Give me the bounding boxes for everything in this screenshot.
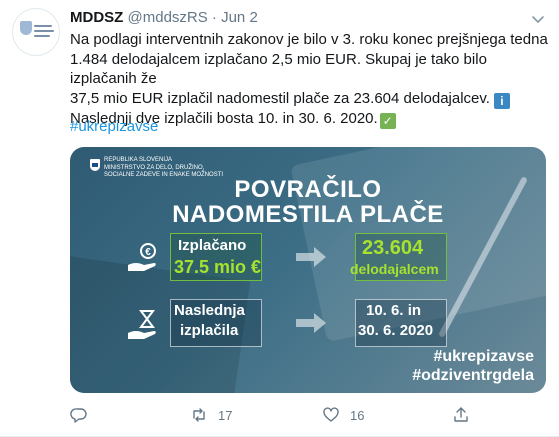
tweet-header: MDDSZ @mddszRS · Jun 2 <box>70 9 258 26</box>
share-button[interactable] <box>452 404 470 426</box>
logo-line <box>34 35 50 37</box>
next-payments-label-2: izplačila <box>180 322 239 339</box>
like-button[interactable]: 16 <box>322 404 364 426</box>
tweet-text-line: Na podlagi interventnih zakonov je bilo … <box>70 31 548 48</box>
coat-of-arms-icon <box>20 21 32 35</box>
svg-text:€: € <box>145 247 151 258</box>
tweet-text: Na podlagi interventnih zakonov je bilo … <box>70 30 548 129</box>
check-mark-icon: ✓ <box>379 112 396 129</box>
infographic-hashtag: #ukrepizavse <box>433 348 534 365</box>
reply-button[interactable] <box>70 404 98 426</box>
share-icon <box>454 407 468 422</box>
tweet-date[interactable]: Jun 2 <box>221 9 258 26</box>
arrow-right-icon <box>296 247 326 267</box>
retweet-count: 17 <box>218 407 233 423</box>
chevron-down-icon[interactable] <box>529 10 547 28</box>
next-date-1: 10. 6. in <box>366 302 422 319</box>
separator-dot: · <box>211 9 217 26</box>
infographic-hashtag: #odziventrgdela <box>412 367 534 384</box>
hand-with-hourglass-icon <box>128 310 156 339</box>
infographic-image[interactable]: REPUBLIKA SLOVENIJA MINISTRSTVO ZA DELO,… <box>70 147 546 393</box>
infographic-title-line1: POVRAČILO <box>234 176 382 203</box>
like-count: 16 <box>350 407 365 423</box>
next-date-2: 30. 6. 2020 <box>358 322 434 339</box>
heart-icon <box>323 407 339 422</box>
tweet[interactable]: MDDSZ @mddszRS · Jun 2 Na podlagi interv… <box>0 0 559 437</box>
author-handle[interactable]: @mddszRS <box>128 9 208 26</box>
hand-with-money-icon: € <box>128 243 156 271</box>
paid-amount: 37.5 mio € <box>174 257 262 277</box>
tweet-text-line: 1.484 delodajalcem izplačano 2,5 mio EUR… <box>70 50 487 88</box>
government-logo-icon <box>90 159 100 171</box>
reply-icon <box>70 408 87 423</box>
infographic-hashtags: #ukrepizavse #odziventrgdela <box>412 347 534 385</box>
paid-label: Izplačano <box>178 237 247 254</box>
logo-line <box>34 30 54 32</box>
next-payments-label-1: Naslednja <box>174 302 245 319</box>
employers-count: 23.604 <box>362 237 424 259</box>
retweet-icon <box>193 408 205 422</box>
infographic-title-line2: NADOMESTILA PLAČE <box>172 201 444 228</box>
tweet-actions: 17 16 <box>70 404 540 426</box>
logo-line <box>34 25 52 27</box>
arrow-right-icon <box>296 313 326 333</box>
info-icon: i <box>493 92 510 109</box>
hashtag-link[interactable]: #ukrepizavse <box>70 118 158 135</box>
retweet-button[interactable]: 17 <box>190 404 232 426</box>
tweet-text-line: 37,5 mio EUR izplačil nadomestil plače z… <box>70 89 548 109</box>
author-name[interactable]: MDDSZ <box>70 9 123 26</box>
avatar[interactable] <box>12 8 60 56</box>
employers-label: delodajalcem <box>350 261 439 277</box>
